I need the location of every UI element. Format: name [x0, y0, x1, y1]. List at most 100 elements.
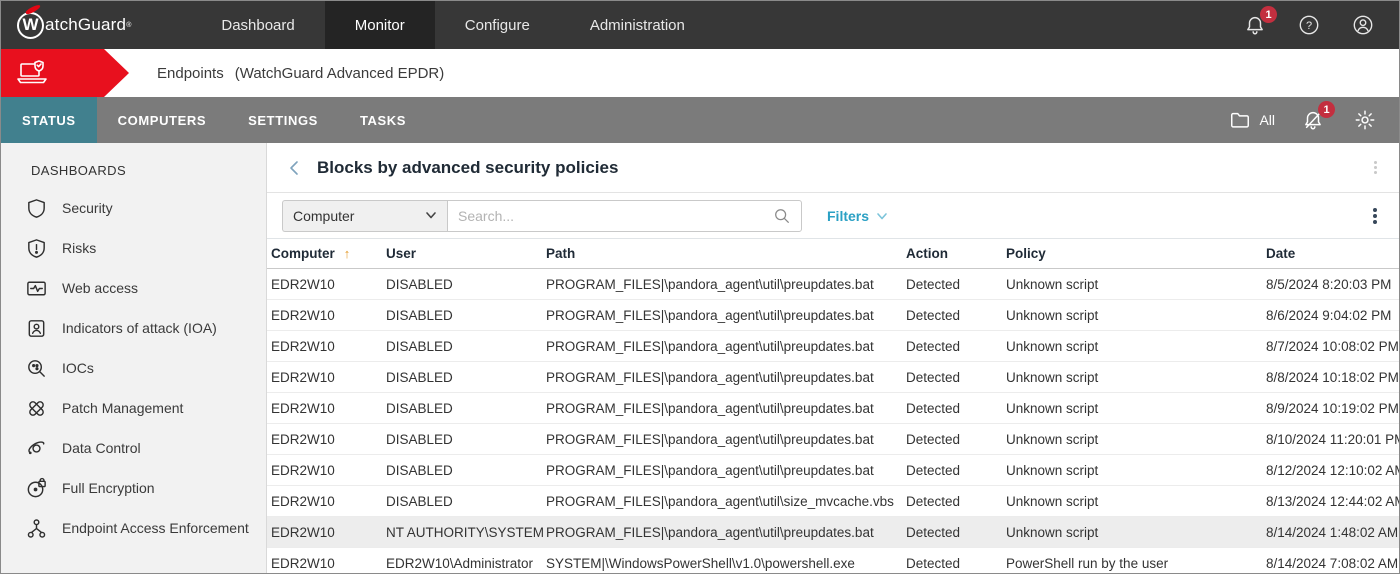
table-row[interactable]: EDR2W10EDR2W10\AdministratorSYSTEM|\Wind…: [267, 548, 1399, 573]
svg-text:?: ?: [1306, 20, 1312, 32]
column-header-action[interactable]: Action: [906, 246, 1006, 261]
cell-date: 8/6/2024 9:04:02 PM: [1266, 308, 1399, 323]
disc-lock-icon: [23, 475, 49, 501]
nav-tab-configure[interactable]: Configure: [435, 1, 560, 49]
table-body: EDR2W10DISABLEDPROGRAM_FILES|\pandora_ag…: [267, 269, 1399, 573]
nav-tab-monitor[interactable]: Monitor: [325, 1, 435, 49]
sidebar-item-label: Indicators of attack (IOA): [62, 320, 217, 336]
table-row[interactable]: EDR2W10DISABLEDPROGRAM_FILES|\pandora_ag…: [267, 362, 1399, 393]
section-tab-computers[interactable]: COMPUTERS: [97, 97, 227, 143]
account-button[interactable]: [1349, 11, 1377, 39]
cell-computer: EDR2W10: [271, 277, 386, 292]
sidebar-item-iocs[interactable]: IOCs: [1, 348, 266, 388]
group-filter-button[interactable]: All: [1229, 109, 1275, 131]
table-row[interactable]: EDR2W10DISABLEDPROGRAM_FILES|\pandora_ag…: [267, 393, 1399, 424]
alerts-muted-button[interactable]: 1: [1299, 106, 1327, 134]
cell-date: 8/9/2024 10:19:02 PM: [1266, 401, 1399, 416]
back-button[interactable]: [287, 159, 305, 177]
table-more-options-button[interactable]: [1369, 204, 1381, 228]
patch-icon: [23, 395, 49, 421]
search-box: [447, 200, 802, 232]
table-row[interactable]: EDR2W10DISABLEDPROGRAM_FILES|\pandora_ag…: [267, 424, 1399, 455]
filters-button[interactable]: Filters: [827, 208, 888, 224]
cell-path: PROGRAM_FILES|\pandora_agent\util\preupd…: [546, 432, 906, 447]
nav-tab-dashboard[interactable]: Dashboard: [191, 1, 324, 49]
cell-action: Detected: [906, 525, 1006, 540]
cell-path: PROGRAM_FILES|\pandora_agent\util\preupd…: [546, 401, 906, 416]
sidebar-item-risks[interactable]: Risks: [1, 228, 266, 268]
registered-mark: ®: [126, 22, 131, 29]
column-header-policy[interactable]: Policy: [1006, 246, 1266, 261]
cell-policy: Unknown script: [1006, 401, 1266, 416]
epdr-console-window: W atchGuard ® DashboardMonitorConfigureA…: [0, 0, 1400, 574]
settings-button[interactable]: [1351, 106, 1379, 134]
cell-computer: EDR2W10: [271, 525, 386, 540]
search-category-select[interactable]: Computer: [282, 200, 447, 232]
shield-icon: [23, 195, 49, 221]
table-row[interactable]: EDR2W10DISABLEDPROGRAM_FILES|\pandora_ag…: [267, 331, 1399, 362]
cell-date: 8/5/2024 8:20:03 PM: [1266, 277, 1399, 292]
cell-path: PROGRAM_FILES|\pandora_agent\util\size_m…: [546, 494, 906, 509]
cell-action: Detected: [906, 277, 1006, 292]
watchguard-logo-w: W: [22, 15, 38, 35]
sidebar-item-label: Data Control: [62, 440, 141, 456]
sidebar-heading: DASHBOARDS: [1, 157, 266, 188]
sidebar-item-indicators-of-attack-ioa[interactable]: Indicators of attack (IOA): [1, 308, 266, 348]
sort-ascending-icon: ↑: [344, 246, 351, 261]
section-tab-status[interactable]: STATUS: [1, 97, 97, 143]
cell-user: EDR2W10\Administrator: [386, 556, 546, 571]
watchguard-logo[interactable]: W atchGuard ®: [1, 1, 149, 49]
cell-date: 8/10/2024 11:20:01 PM: [1266, 432, 1399, 447]
nav-tab-administration[interactable]: Administration: [560, 1, 715, 49]
cell-date: 8/8/2024 10:18:02 PM: [1266, 370, 1399, 385]
sidebar: DASHBOARDS SecurityRisks Web access Indica…: [1, 143, 267, 573]
sidebar-item-web-access[interactable]: Web access: [1, 268, 266, 308]
sidebar-item-label: IOCs: [62, 360, 94, 376]
notifications-button[interactable]: 1: [1241, 11, 1269, 39]
cell-path: SYSTEM|\WindowsPowerShell\v1.0\powershel…: [546, 556, 906, 571]
cell-user: DISABLED: [386, 308, 546, 323]
column-header-computer[interactable]: Computer↑: [271, 246, 386, 261]
sidebar-item-security[interactable]: Security: [1, 188, 266, 228]
table-row[interactable]: EDR2W10DISABLEDPROGRAM_FILES|\pandora_ag…: [267, 486, 1399, 517]
table-row[interactable]: EDR2W10DISABLEDPROGRAM_FILES|\pandora_ag…: [267, 269, 1399, 300]
sidebar-item-endpoint-access-enforcement[interactable]: Endpoint Access Enforcement: [1, 508, 266, 548]
cell-user: DISABLED: [386, 370, 546, 385]
cell-date: 8/13/2024 12:44:02 AM: [1266, 494, 1399, 509]
table-row[interactable]: EDR2W10DISABLEDPROGRAM_FILES|\pandora_ag…: [267, 300, 1399, 331]
cell-action: Detected: [906, 432, 1006, 447]
section-tab-settings[interactable]: SETTINGS: [227, 97, 339, 143]
cell-computer: EDR2W10: [271, 401, 386, 416]
notification-badge: 1: [1260, 6, 1277, 23]
column-header-date[interactable]: Date: [1266, 246, 1399, 261]
main-content: Blocks by advanced security policies Com…: [267, 143, 1399, 573]
table-row[interactable]: EDR2W10DISABLEDPROGRAM_FILES|\pandora_ag…: [267, 455, 1399, 486]
sidebar-item-label: Endpoint Access Enforcement: [62, 520, 249, 536]
network-icon: [23, 515, 49, 541]
search-input[interactable]: [448, 208, 773, 224]
cell-policy: Unknown script: [1006, 277, 1266, 292]
cell-computer: EDR2W10: [271, 494, 386, 509]
search-icon[interactable]: [773, 207, 801, 225]
sidebar-item-data-control[interactable]: Data Control: [1, 428, 266, 468]
sidebar-item-full-encryption[interactable]: Full Encryption: [1, 468, 266, 508]
column-header-path[interactable]: Path: [546, 246, 906, 261]
cell-user: DISABLED: [386, 432, 546, 447]
cell-path: PROGRAM_FILES|\pandora_agent\util\preupd…: [546, 370, 906, 385]
page-more-options-button[interactable]: [1370, 157, 1381, 178]
cell-computer: EDR2W10: [271, 308, 386, 323]
table-row[interactable]: EDR2W10NT AUTHORITY\SYSTEMPROGRAM_FILES|…: [267, 517, 1399, 548]
cell-policy: PowerShell run by the user: [1006, 556, 1266, 571]
sidebar-item-patch-management[interactable]: Patch Management: [1, 388, 266, 428]
section-bar-actions: All 1: [1229, 97, 1399, 143]
help-button[interactable]: ?: [1295, 11, 1323, 39]
search-category-value: Computer: [293, 208, 354, 224]
sidebar-item-label: Web access: [62, 280, 138, 296]
toolbar: Computer Filters: [267, 193, 1399, 239]
cell-computer: EDR2W10: [271, 370, 386, 385]
cell-action: Detected: [906, 463, 1006, 478]
cell-action: Detected: [906, 556, 1006, 571]
section-tab-tasks[interactable]: TASKS: [339, 97, 427, 143]
column-header-user[interactable]: User: [386, 246, 546, 261]
help-icon: ?: [1298, 14, 1320, 36]
